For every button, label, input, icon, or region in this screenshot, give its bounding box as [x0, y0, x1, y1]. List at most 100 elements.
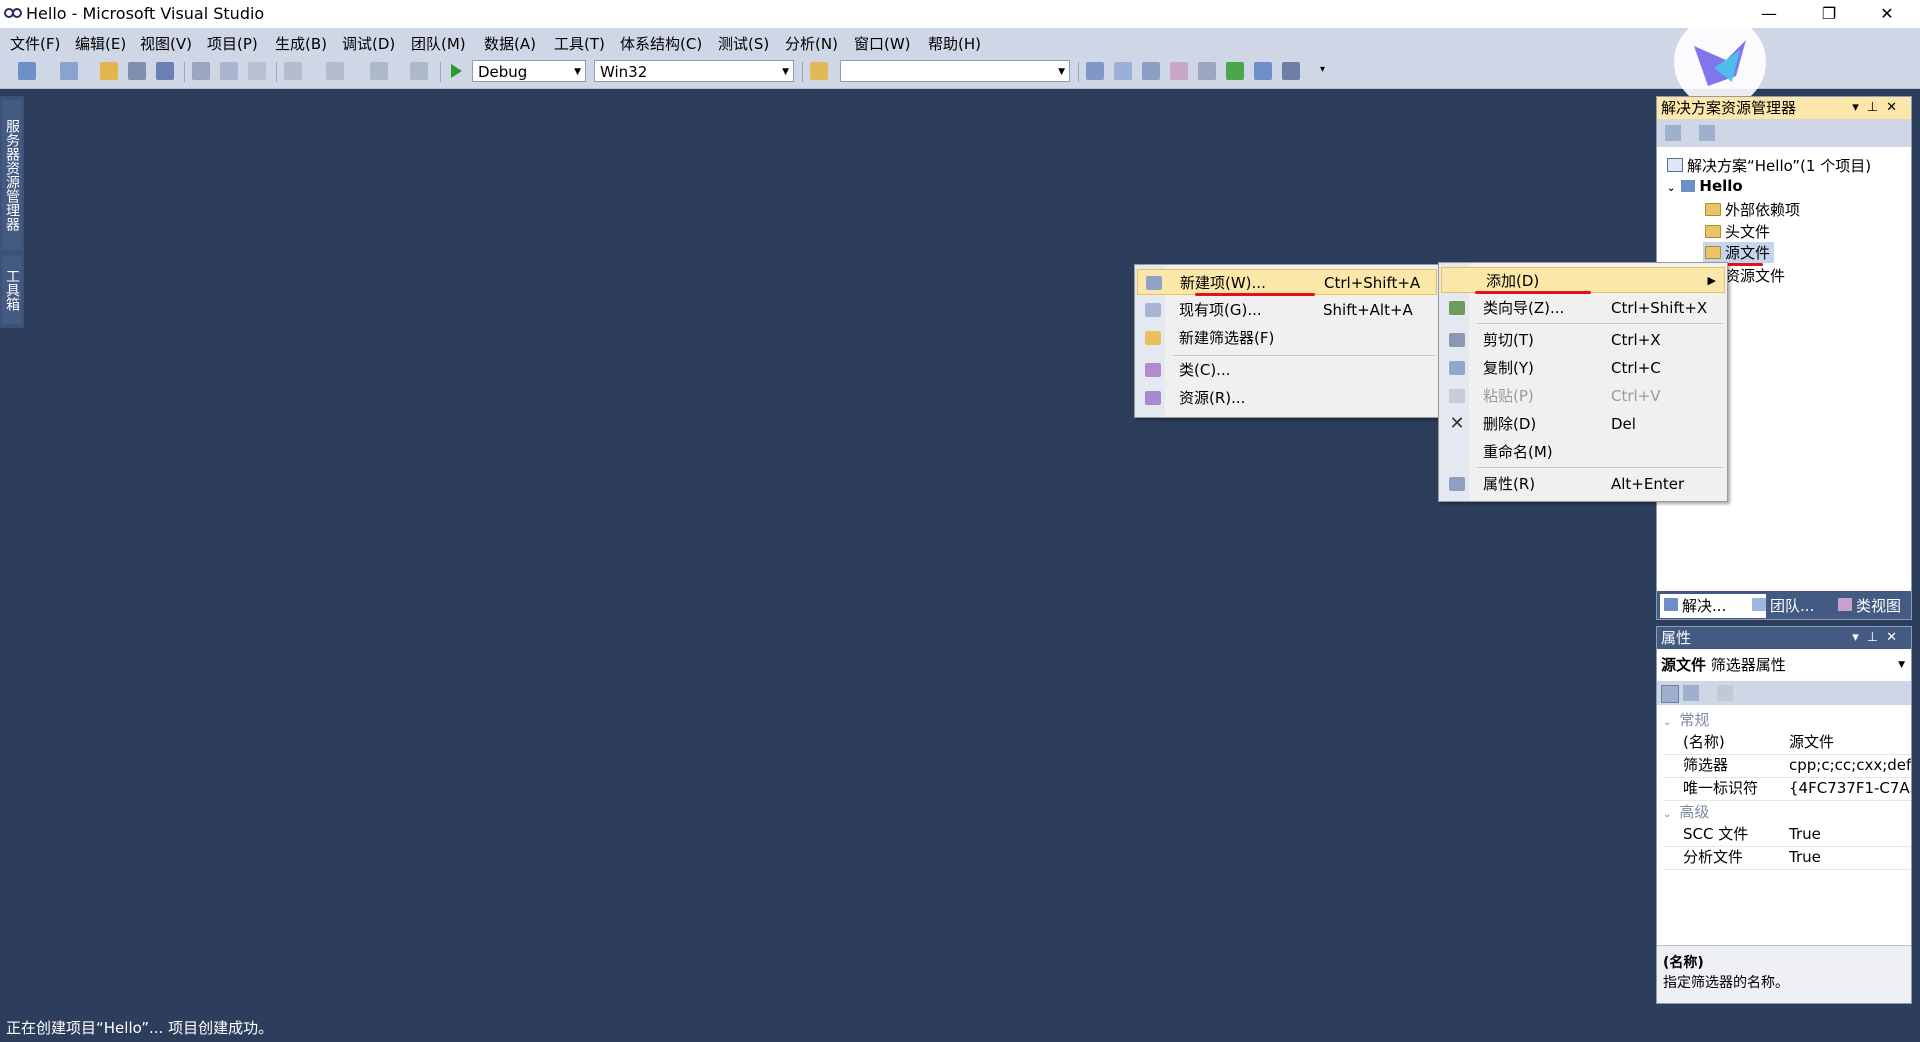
undo-icon[interactable] [284, 62, 302, 80]
menu-item-class-wizard[interactable]: 类向导(Z)... Ctrl+Shift+X [1441, 295, 1725, 321]
categorized-icon[interactable] [1661, 685, 1679, 703]
save-all-icon[interactable] [156, 62, 174, 80]
panel-controls[interactable]: ▾⊥✕ [1852, 97, 1905, 119]
paste-icon[interactable] [248, 62, 266, 80]
start-debugging-icon[interactable] [448, 63, 464, 79]
chevron-down-icon[interactable]: ⌄ [1667, 183, 1675, 194]
toolbox-icon[interactable] [1170, 62, 1188, 80]
menu-item-class[interactable]: 类(C)... [1137, 357, 1437, 383]
server-explorer-tab[interactable]: 服务器资源管理器 [2, 100, 22, 250]
menu-build[interactable]: 生成(B) [275, 33, 327, 54]
menu-item-paste[interactable]: 粘贴(P) Ctrl+V [1441, 383, 1725, 409]
start-page-icon[interactable] [1226, 62, 1244, 80]
toolbox-tab[interactable]: 工具箱 [2, 256, 22, 324]
class-view-icon[interactable] [1254, 62, 1272, 80]
prop-value: True [1789, 848, 1821, 866]
toolbar-overflow-icon[interactable]: ▾ [1320, 64, 1325, 75]
tree-item-source-files[interactable]: 源文件 [1703, 242, 1775, 263]
chevron-down-icon[interactable]: ⌄ [1663, 717, 1671, 728]
menu-item-cut[interactable]: 剪切(T) Ctrl+X [1441, 327, 1725, 353]
menu-item-shortcut: Ctrl+Shift+A [1324, 274, 1421, 292]
menu-item-rename[interactable]: 重命名(M) [1441, 439, 1725, 465]
menu-data[interactable]: 数据(A) [484, 33, 536, 54]
menu-test[interactable]: 测试(S) [718, 33, 769, 54]
tab-class-view-label: 类视图 [1856, 597, 1902, 615]
properties-object-select[interactable]: 源文件 筛选器属性 ▼ [1657, 653, 1911, 677]
menu-item-add[interactable]: 添加(D) ▶ [1441, 267, 1725, 293]
menu-item-shortcut: Shift+Alt+A [1323, 301, 1413, 319]
red-annotation-underline [1475, 291, 1591, 294]
tree-item-external-dependencies[interactable]: 外部依赖项 [1705, 199, 1800, 220]
status-bar: 正在创建项目“Hello”... 项目创建成功。 [0, 1014, 1920, 1042]
object-browser-icon[interactable] [1142, 62, 1160, 80]
menu-item-label: 重命名(M) [1483, 443, 1553, 461]
property-pages-icon[interactable] [1717, 685, 1733, 701]
navigate-forward-icon[interactable] [410, 62, 428, 80]
menu-project[interactable]: 项目(P) [207, 33, 258, 54]
menu-item-properties[interactable]: 属性(R) Alt+Enter [1441, 471, 1725, 497]
show-all-files-icon[interactable] [1699, 125, 1715, 141]
category-general-label: 常规 [1679, 711, 1710, 729]
close-button[interactable]: ✕ [1864, 0, 1910, 28]
menu-debug[interactable]: 调试(D) [342, 33, 395, 54]
menu-item-existing-item[interactable]: 现有项(G)... Shift+Alt+A [1137, 297, 1437, 323]
menu-item-new-filter[interactable]: 新建筛选器(F) [1137, 325, 1437, 351]
prop-row[interactable]: (名称) 源文件 [1663, 731, 1911, 755]
menu-item-shortcut: Ctrl+V [1611, 387, 1661, 405]
menu-team[interactable]: 团队(M) [411, 33, 466, 54]
prop-key: 唯一标识符 [1683, 779, 1759, 797]
restore-button[interactable]: ❐ [1806, 0, 1852, 28]
open-file-icon[interactable] [100, 62, 118, 80]
toolbar-separator [1078, 62, 1079, 82]
tools-icon[interactable] [1198, 62, 1216, 80]
properties-window-icon[interactable] [1114, 62, 1132, 80]
toolbar-separator [276, 62, 277, 82]
menu-architecture[interactable]: 体系结构(C) [620, 33, 702, 54]
new-project-icon[interactable] [18, 62, 36, 80]
menu-edit[interactable]: 编辑(E) [75, 33, 126, 54]
menu-analyze[interactable]: 分析(N) [785, 33, 838, 54]
prop-row[interactable]: SCC 文件 True [1663, 823, 1911, 847]
prop-row[interactable]: 分析文件 True [1663, 846, 1911, 870]
menu-tools[interactable]: 工具(T) [554, 33, 605, 54]
redo-icon[interactable] [326, 62, 344, 80]
solution-explorer-tab-icon [1664, 598, 1678, 611]
prop-row[interactable]: 唯一标识符 {4FC737F1-C7A5-4376-A066-2A32D752A2… [1663, 777, 1911, 801]
menu-window[interactable]: 窗口(W) [854, 33, 911, 54]
command-window-icon[interactable] [1282, 62, 1300, 80]
status-text: 正在创建项目“Hello”... 项目创建成功。 [6, 1019, 274, 1037]
solution-explorer-icon[interactable] [1086, 62, 1104, 80]
category-general[interactable]: ⌄ 常规 [1663, 709, 1709, 730]
solution-configuration-select[interactable]: Debug ▼ [472, 60, 586, 82]
menu-item-resource[interactable]: 资源(R)... [1137, 385, 1437, 411]
navigate-backward-icon[interactable] [370, 62, 388, 80]
cut-icon[interactable] [192, 62, 210, 80]
menu-item-new-item[interactable]: 新建项(W)... Ctrl+Shift+A [1137, 269, 1437, 295]
menu-help[interactable]: 帮助(H) [928, 33, 981, 54]
tree-item-header-files[interactable]: 头文件 [1705, 221, 1770, 242]
tree-project[interactable]: ⌄ Hello [1667, 177, 1743, 195]
folder-icon [1145, 331, 1161, 345]
menu-item-delete[interactable]: ✕ 删除(D) Del [1441, 411, 1725, 437]
menu-file[interactable]: 文件(F) [10, 33, 60, 54]
copy-icon[interactable] [220, 62, 238, 80]
menu-view[interactable]: 视图(V) [140, 33, 192, 54]
prop-key: (名称) [1683, 733, 1725, 751]
solution-platform-select[interactable]: Win32 ▼ [594, 60, 794, 82]
menu-item-shortcut: Ctrl+C [1611, 359, 1661, 377]
solution-explorer-toolbar [1657, 119, 1911, 147]
category-advanced[interactable]: ⌄ 高级 [1663, 801, 1709, 822]
alphabetical-icon[interactable] [1683, 685, 1699, 701]
menu-item-copy[interactable]: 复制(Y) Ctrl+C [1441, 355, 1725, 381]
chevron-down-icon[interactable]: ⌄ [1663, 809, 1671, 820]
properties-toolbar [1657, 681, 1911, 705]
save-icon[interactable] [128, 62, 146, 80]
tree-solution[interactable]: 解决方案“Hello”(1 个项目) [1667, 155, 1871, 176]
add-item-icon[interactable] [60, 62, 78, 80]
find-combo[interactable]: ▼ [840, 60, 1070, 82]
prop-row[interactable]: 筛选器 cpp;c;cc;cxx;def;odl;idl;hpj;bat;asm;… [1663, 754, 1911, 778]
panel-controls[interactable]: ▾⊥✕ [1852, 627, 1905, 649]
properties-icon[interactable] [1665, 125, 1681, 141]
window-title: Hello - Microsoft Visual Studio [26, 4, 265, 23]
find-in-files-icon[interactable] [810, 62, 828, 80]
